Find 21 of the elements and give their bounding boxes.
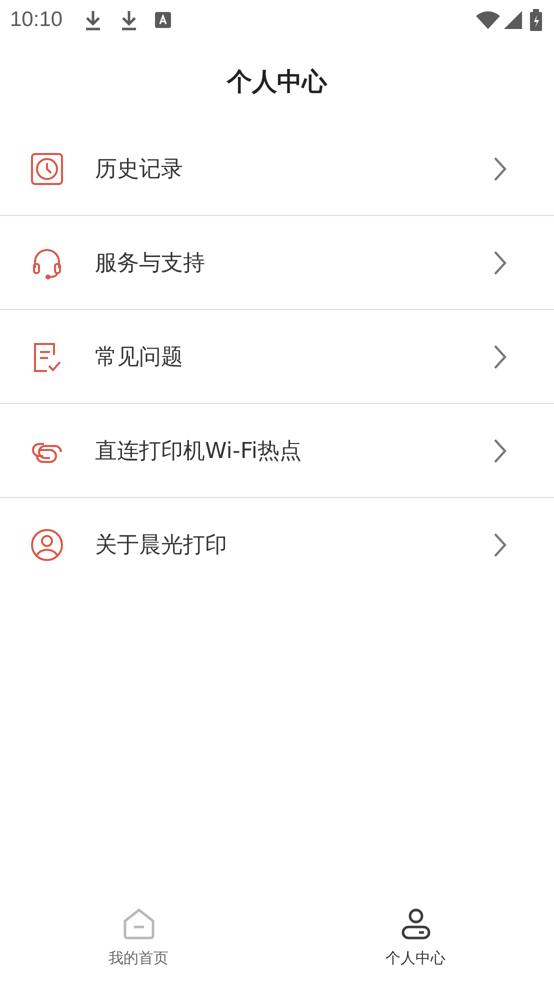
clock-icon — [30, 152, 64, 186]
menu-item[interactable]: 关于晨光打印 — [0, 498, 554, 591]
battery-icon — [530, 9, 542, 31]
menu-item[interactable]: 直连打印机Wi-Fi热点 — [0, 404, 554, 498]
chevron-right-icon — [492, 436, 508, 464]
status-time: 10:10 — [10, 8, 63, 32]
signal-icon — [504, 11, 522, 29]
chevron-right-icon — [492, 248, 508, 276]
menu-item[interactable]: 服务与支持 — [0, 216, 554, 310]
tab[interactable]: 个人中心 — [277, 890, 554, 984]
tab[interactable]: 我的首页 — [0, 890, 277, 984]
page-title: 个人中心 — [227, 66, 327, 98]
chevron-right-icon — [492, 154, 508, 182]
menu-item[interactable]: 常见问题 — [0, 310, 554, 404]
wifi-icon — [476, 11, 500, 29]
menu-item[interactable]: 历史记录 — [0, 122, 554, 216]
chevron-right-icon — [492, 342, 508, 370]
keyboard-app-icon — [154, 12, 171, 28]
home-icon — [122, 906, 156, 940]
chevron-right-icon — [492, 530, 508, 558]
user-icon — [30, 528, 64, 562]
